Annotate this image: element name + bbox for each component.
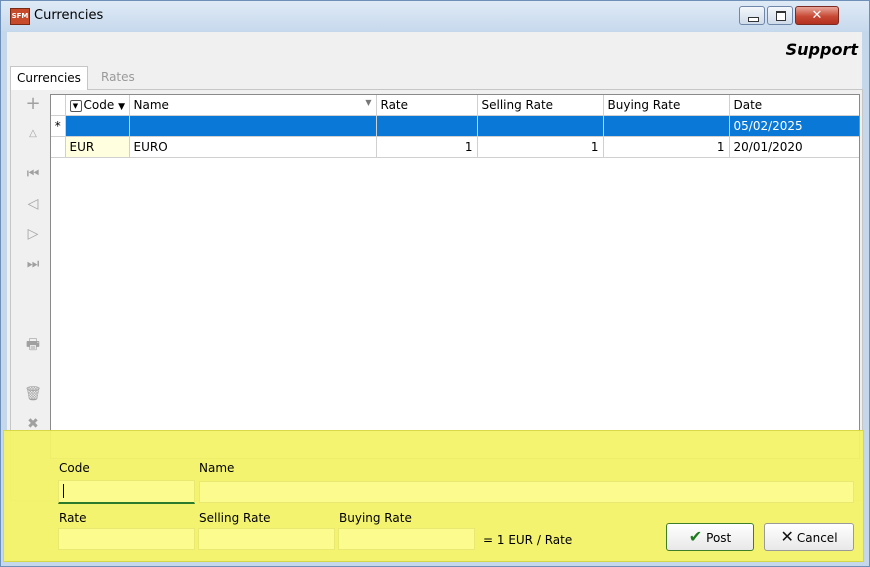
tab-rates[interactable]: Rates <box>95 66 141 88</box>
last-icon[interactable]: ⏭ <box>23 254 43 274</box>
header-indicator <box>51 95 66 116</box>
minimize-icon <box>748 17 759 22</box>
minimize-button[interactable] <box>739 6 765 25</box>
delete-icon[interactable]: 🗑 <box>23 384 43 404</box>
currencies-grid[interactable]: ▼ Code ▼ Name ▼ Rate Selling Rate Buying R… <box>50 94 860 459</box>
rate-field[interactable] <box>58 528 195 550</box>
close-button[interactable]: ✕ <box>795 6 839 25</box>
code-field[interactable] <box>58 480 195 504</box>
grid-header: ▼ Code ▼ Name ▼ Rate Selling Rate Buying R… <box>51 95 859 116</box>
title-bar[interactable]: SFM Currencies ✕ <box>1 1 869 31</box>
cell-selling-rate[interactable] <box>477 115 604 137</box>
cell-date[interactable]: 20/01/2020 <box>729 136 859 158</box>
post-button[interactable]: ✔ Post <box>666 523 754 551</box>
cancel-button[interactable]: ✕ Cancel <box>764 523 854 551</box>
text-caret <box>63 484 64 498</box>
close-icon: ✕ <box>780 527 794 546</box>
selling-rate-field[interactable] <box>198 528 335 550</box>
selling-rate-label: Selling Rate <box>199 511 271 525</box>
add-icon[interactable]: + <box>23 94 43 114</box>
column-header-selling-rate[interactable]: Selling Rate <box>477 95 604 116</box>
rate-hint: = 1 EUR / Rate <box>483 533 573 547</box>
check-icon: ✔ <box>688 527 703 546</box>
filter-icon[interactable]: ▼ <box>69 99 82 112</box>
name-label: Name <box>199 461 235 475</box>
rate-label: Rate <box>59 511 87 525</box>
cell-buying-rate[interactable]: 1 <box>603 136 730 158</box>
column-header-buying-rate[interactable]: Buying Rate <box>603 95 730 116</box>
close-icon: ✕ <box>811 8 823 23</box>
name-field[interactable] <box>199 481 854 503</box>
row-indicator: * <box>51 115 66 137</box>
next-icon[interactable]: ▷ <box>23 224 43 244</box>
cell-rate[interactable] <box>376 115 478 137</box>
tab-currencies[interactable]: Currencies <box>10 66 88 90</box>
currencies-window: SFM Currencies ✕ Support Currencies Rate… <box>0 0 870 567</box>
column-header-rate[interactable]: Rate <box>376 95 478 116</box>
prev-icon[interactable]: ◁ <box>23 194 43 214</box>
first-icon[interactable]: ⏮ <box>23 164 43 184</box>
cell-buying-rate[interactable] <box>603 115 730 137</box>
cell-name[interactable]: EURO <box>129 136 377 158</box>
cell-rate[interactable]: 1 <box>376 136 478 158</box>
section-title: Support <box>785 40 858 59</box>
sort-icon: ▼ <box>118 102 125 112</box>
up-icon[interactable]: △ <box>23 124 43 144</box>
maximize-icon <box>776 11 786 21</box>
window-title: Currencies <box>34 8 104 23</box>
cell-code[interactable]: EUR <box>65 136 130 158</box>
column-header-code[interactable]: ▼ Code ▼ <box>65 95 130 116</box>
cell-date[interactable]: 05/02/2025 <box>729 115 859 137</box>
column-header-date[interactable]: Date <box>729 95 859 116</box>
app-icon: SFM <box>10 8 30 25</box>
maximize-button[interactable] <box>767 6 793 25</box>
sort-icon: ▼ <box>365 98 372 107</box>
print-icon[interactable]: 🖶 <box>23 334 43 354</box>
table-row-new[interactable]: * 05/02/2025 <box>51 115 859 137</box>
cell-selling-rate[interactable]: 1 <box>477 136 604 158</box>
cell-name[interactable] <box>129 115 377 137</box>
row-indicator <box>51 136 66 158</box>
cell-code[interactable] <box>65 115 130 137</box>
buying-rate-label: Buying Rate <box>339 511 412 525</box>
table-row[interactable]: EUR EURO 1 1 1 20/01/2020 <box>51 136 859 158</box>
column-header-name[interactable]: Name ▼ <box>129 95 377 116</box>
buying-rate-field[interactable] <box>338 528 475 550</box>
grid-table: ▼ Code ▼ Name ▼ Rate Selling Rate Buying R… <box>51 95 859 158</box>
code-label: Code <box>59 461 90 475</box>
